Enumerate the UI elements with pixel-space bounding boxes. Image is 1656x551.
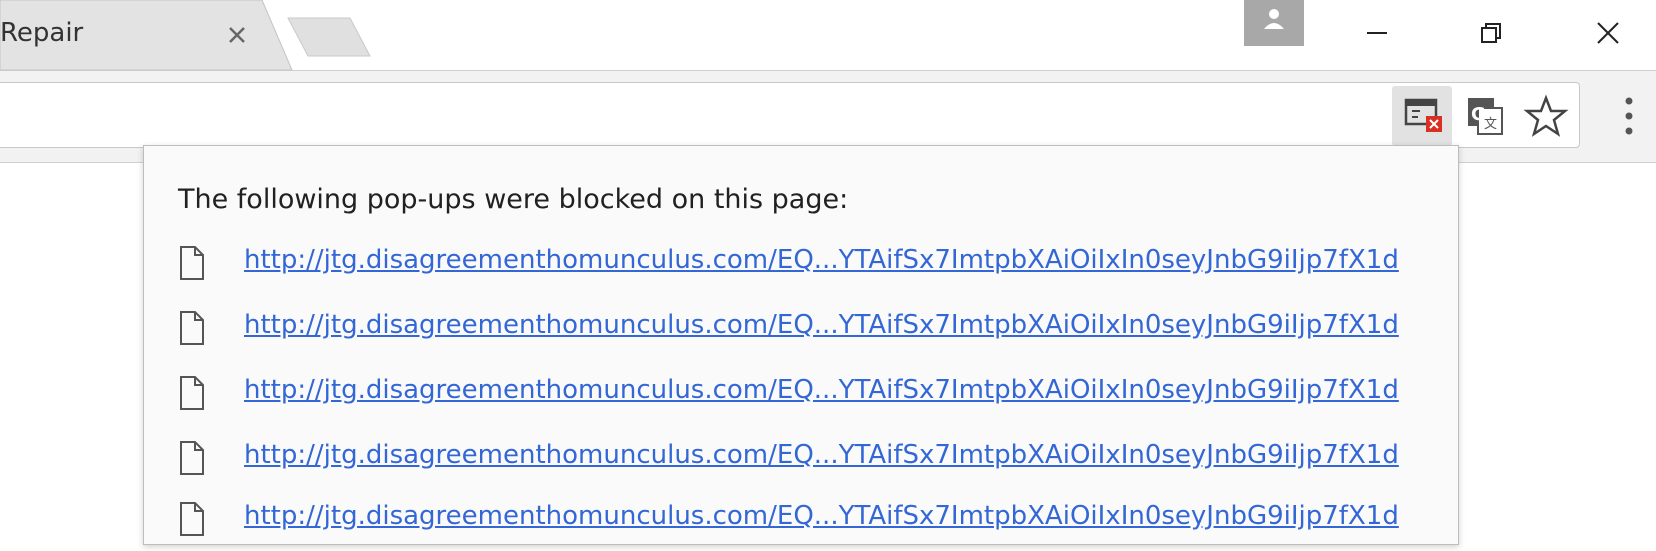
popup-blocked-button[interactable] bbox=[1392, 86, 1452, 146]
menu-icon bbox=[1625, 97, 1633, 135]
list-item: http://jtg.disagreementhomunculus.com/EQ… bbox=[178, 245, 1438, 295]
blocked-popup-link[interactable]: http://jtg.disagreementhomunculus.com/EQ… bbox=[244, 245, 1399, 275]
person-icon bbox=[1264, 9, 1284, 29]
document-icon bbox=[180, 441, 204, 475]
menu-button[interactable] bbox=[1612, 86, 1646, 146]
close-icon[interactable] bbox=[224, 22, 250, 48]
tab-active[interactable]: Repair bbox=[0, 0, 293, 71]
blocked-popup-link[interactable]: http://jtg.disagreementhomunculus.com/EQ… bbox=[244, 310, 1399, 340]
translate-button[interactable]: G 文 bbox=[1454, 86, 1514, 146]
document-icon bbox=[180, 246, 204, 280]
profile-avatar-button[interactable] bbox=[1244, 0, 1304, 46]
minimize-icon bbox=[1367, 32, 1387, 34]
translate-icon: G 文 bbox=[1468, 98, 1503, 135]
bubble-title: The following pop-ups were blocked on th… bbox=[178, 184, 849, 215]
list-item: http://jtg.disagreementhomunculus.com/EQ… bbox=[178, 440, 1438, 490]
restore-icon bbox=[1481, 23, 1501, 43]
list-item: http://jtg.disagreementhomunculus.com/EQ… bbox=[178, 310, 1438, 360]
popup-blocked-icon bbox=[1404, 98, 1442, 132]
svg-text:文: 文 bbox=[1484, 117, 1497, 132]
blocked-popup-link[interactable]: http://jtg.disagreementhomunculus.com/EQ… bbox=[244, 375, 1399, 405]
close-icon bbox=[1597, 22, 1619, 44]
list-item: http://jtg.disagreementhomunculus.com/EQ… bbox=[178, 501, 1438, 551]
bookmark-star-button[interactable] bbox=[1516, 86, 1576, 146]
blocked-popup-link[interactable]: http://jtg.disagreementhomunculus.com/EQ… bbox=[244, 440, 1399, 470]
star-icon bbox=[1523, 94, 1569, 137]
tab-title: Repair bbox=[0, 18, 84, 48]
blocked-popup-link[interactable]: http://jtg.disagreementhomunculus.com/EQ… bbox=[244, 501, 1399, 531]
popup-blocked-bubble: The following pop-ups were blocked on th… bbox=[143, 145, 1459, 545]
restore-button[interactable] bbox=[1468, 14, 1514, 52]
document-icon bbox=[180, 376, 204, 410]
close-window-button[interactable] bbox=[1585, 14, 1631, 52]
document-icon bbox=[180, 311, 204, 345]
list-item: http://jtg.disagreementhomunculus.com/EQ… bbox=[178, 375, 1438, 425]
address-bar[interactable] bbox=[0, 82, 1580, 148]
minimize-button[interactable] bbox=[1354, 14, 1400, 52]
